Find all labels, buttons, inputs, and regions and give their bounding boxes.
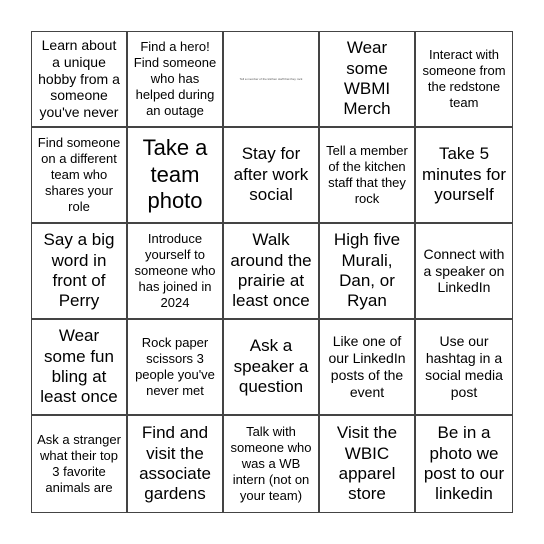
cell-text: Interact with someone from the redstone … — [422, 47, 506, 110]
bingo-cell[interactable]: Use our hashtag in a social media post — [416, 320, 512, 416]
cell-text: Find and visit the associate gardens — [139, 423, 211, 504]
bingo-cell[interactable]: Ask a stranger what their top 3 favorite… — [32, 416, 128, 512]
bingo-cell-center[interactable]: Walk around the prairie at least once — [224, 224, 320, 320]
bingo-cell[interactable]: Like one of our LinkedIn posts of the ev… — [320, 320, 416, 416]
cell-text: Ask a speaker a question — [233, 336, 309, 397]
bingo-card: Learn about a unique hobby from a someon… — [31, 31, 513, 513]
bingo-cell[interactable]: Talk with someone who was a WB intern (n… — [224, 416, 320, 512]
cell-text: Tell a member of the kitchen staff that … — [239, 76, 303, 81]
bingo-cell[interactable]: Say a big word in front of Perry — [32, 224, 128, 320]
cell-text: Like one of our LinkedIn posts of the ev… — [328, 333, 406, 400]
cell-text: Learn about a unique hobby from a someon… — [38, 37, 120, 121]
cell-text: Take a team photo — [142, 135, 208, 214]
bingo-cell[interactable]: Tell a member of the kitchen staff that … — [224, 32, 320, 128]
bingo-cell[interactable]: High five Murali, Dan, or Ryan — [320, 224, 416, 320]
bingo-cell[interactable]: Rock paper scissors 3 people you've neve… — [128, 320, 224, 416]
bingo-cell[interactable]: Wear some fun bling at least once — [32, 320, 128, 416]
cell-text: Wear some fun bling at least once — [40, 326, 118, 407]
bingo-cell[interactable]: Interact with someone from the redstone … — [416, 32, 512, 128]
cell-text: Ask a stranger what their top 3 favorite… — [37, 432, 121, 495]
bingo-cell[interactable]: Learn about a unique hobby from a someon… — [32, 32, 128, 128]
bingo-cell[interactable]: Be in a photo we post to our linkedin — [416, 416, 512, 512]
cell-text: Wear some WBMI Merch — [343, 38, 391, 119]
cell-text: Walk around the prairie at least once — [230, 230, 312, 311]
bingo-cell[interactable]: Wear some WBMI Merch — [320, 32, 416, 128]
cell-text: Tell a member of the kitchen staff that … — [326, 143, 408, 206]
cell-text: Rock paper scissors 3 people you've neve… — [135, 335, 215, 398]
bingo-cell[interactable]: Introduce yourself to someone who has jo… — [128, 224, 224, 320]
cell-text: Visit the WBIC apparel store — [336, 423, 398, 504]
bingo-cell[interactable]: Connect with a speaker on LinkedIn — [416, 224, 512, 320]
cell-text: High five Murali, Dan, or Ryan — [333, 230, 401, 311]
bingo-cell[interactable]: Visit the WBIC apparel store — [320, 416, 416, 512]
cell-text: Take 5 minutes for yourself — [421, 144, 507, 205]
cell-text: Talk with someone who was a WB intern (n… — [230, 424, 312, 503]
cell-text: Use our hashtag in a social media post — [425, 333, 503, 400]
cell-text: Connect with a speaker on LinkedIn — [423, 245, 505, 296]
cell-text: Find someone on a different team who sha… — [37, 135, 121, 214]
cell-text: Stay for after work social — [233, 144, 309, 205]
bingo-cell[interactable]: Find someone on a different team who sha… — [32, 128, 128, 224]
cell-text: Say a big word in front of Perry — [43, 230, 115, 311]
bingo-cell[interactable]: Take 5 minutes for yourself — [416, 128, 512, 224]
bingo-cell[interactable]: Ask a speaker a question — [224, 320, 320, 416]
cell-text: Be in a photo we post to our linkedin — [423, 423, 505, 504]
bingo-cell[interactable]: Take a team photo — [128, 128, 224, 224]
bingo-cell[interactable]: Find and visit the associate gardens — [128, 416, 224, 512]
cell-text: Find a hero! Find someone who has helped… — [133, 39, 217, 118]
cell-text: Introduce yourself to someone who has jo… — [134, 231, 216, 310]
bingo-cell[interactable]: Tell a member of the kitchen staff that … — [320, 128, 416, 224]
bingo-cell[interactable]: Find a hero! Find someone who has helped… — [128, 32, 224, 128]
bingo-cell[interactable]: Stay for after work social — [224, 128, 320, 224]
